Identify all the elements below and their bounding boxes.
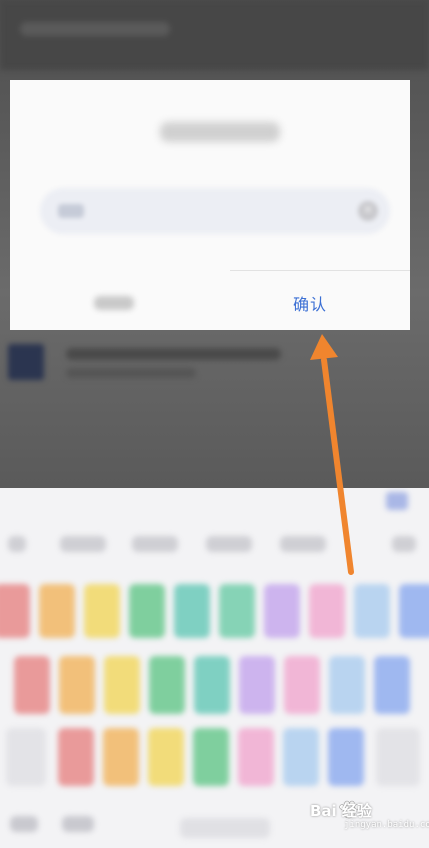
- keyboard-key[interactable]: [0, 584, 30, 638]
- keyboard-key[interactable]: [309, 584, 345, 638]
- cancel-button[interactable]: [10, 280, 210, 326]
- keyboard-key[interactable]: [149, 656, 185, 714]
- baidu-jingyan-watermark: Bai 经验 jingyan.baidu.com: [310, 800, 429, 834]
- keyboard-key[interactable]: [239, 656, 275, 714]
- keyboard-key[interactable]: [14, 656, 50, 714]
- keyboard-key[interactable]: [129, 584, 165, 638]
- key-symbols[interactable]: [10, 816, 38, 832]
- candidate-item[interactable]: [60, 536, 106, 552]
- background-list-item: [0, 336, 429, 392]
- candidate-item[interactable]: [8, 536, 26, 552]
- keyboard-key[interactable]: [264, 584, 300, 638]
- cancel-label: [94, 296, 134, 310]
- keyboard-key[interactable]: [148, 728, 184, 786]
- keyboard-key[interactable]: [39, 584, 75, 638]
- key-shift[interactable]: [6, 728, 46, 786]
- dialog-input-container[interactable]: ✕: [40, 188, 390, 234]
- candidate-item[interactable]: [206, 536, 252, 552]
- candidate-item[interactable]: [392, 536, 416, 552]
- keyboard-key[interactable]: [354, 584, 390, 638]
- keyboard-key[interactable]: [219, 584, 255, 638]
- keyboard-key[interactable]: [329, 656, 365, 714]
- candidate-item[interactable]: [132, 536, 178, 552]
- clear-icon[interactable]: ✕: [358, 201, 378, 221]
- keyboard-key[interactable]: [283, 728, 319, 786]
- key-space[interactable]: [180, 818, 270, 838]
- keyboard-key[interactable]: [58, 728, 94, 786]
- keyboard-toolbar-icon[interactable]: [386, 492, 408, 510]
- keyboard-key[interactable]: [59, 656, 95, 714]
- soft-keyboard[interactable]: [0, 488, 429, 848]
- keyboard-key[interactable]: [374, 656, 410, 714]
- watermark-url: jingyan.baidu.com: [344, 820, 429, 830]
- keyboard-key[interactable]: [284, 656, 320, 714]
- key-delete[interactable]: [376, 728, 420, 786]
- background-thumbnail: [8, 344, 44, 380]
- rename-dialog: ✕ 确认: [10, 80, 410, 330]
- candidate-bar[interactable]: [0, 518, 429, 570]
- keyboard-key[interactable]: [328, 728, 364, 786]
- dialog-title: [160, 122, 280, 142]
- candidate-item[interactable]: [280, 536, 326, 552]
- keyboard-key[interactable]: [194, 656, 230, 714]
- keyboard-key[interactable]: [174, 584, 210, 638]
- keyboard-key[interactable]: [103, 728, 139, 786]
- dialog-divider: [230, 270, 410, 271]
- dialog-input[interactable]: [58, 201, 348, 221]
- keyboard-key[interactable]: [399, 584, 429, 638]
- key-numbers[interactable]: [62, 816, 94, 832]
- keyboard-key[interactable]: [238, 728, 274, 786]
- keyboard-key[interactable]: [84, 584, 120, 638]
- watermark-brand: Bai 经验: [310, 802, 372, 820]
- keyboard-key[interactable]: [193, 728, 229, 786]
- keyboard-key[interactable]: [104, 656, 140, 714]
- confirm-button[interactable]: 确认: [220, 280, 400, 326]
- background-top-bar: [0, 0, 429, 70]
